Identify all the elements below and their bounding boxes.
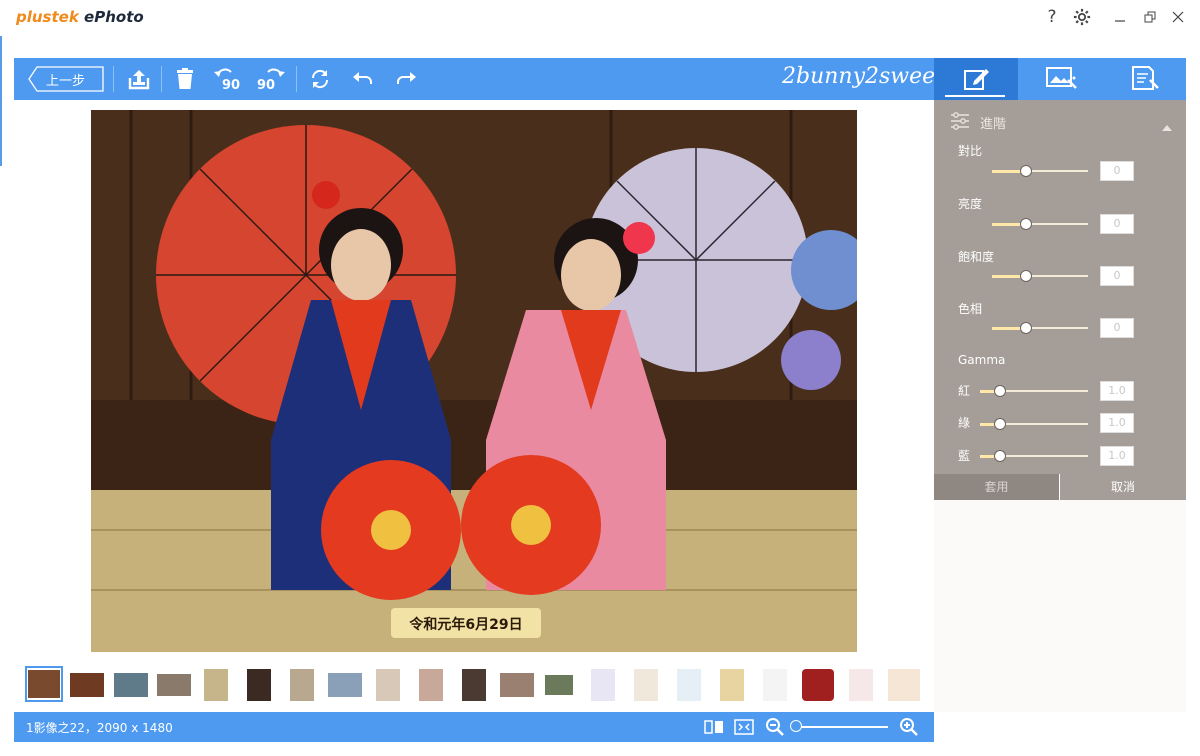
- hue-label: 色相: [958, 302, 983, 316]
- back-button-label: 上一步: [46, 74, 86, 89]
- edit-pencil-icon[interactable]: [962, 64, 992, 96]
- saturation-label: 飽和度: [958, 250, 995, 264]
- panel-empty-area: [934, 500, 1186, 712]
- zoom-in-icon[interactable]: [899, 717, 919, 741]
- brightness-label: 亮度: [958, 197, 983, 211]
- thumbnail[interactable]: [157, 674, 191, 696]
- photo-caption: 令和元年6月29日: [408, 616, 522, 633]
- toolbar-divider: [161, 66, 162, 92]
- toolbar-divider: [113, 66, 114, 92]
- thumbnail[interactable]: [247, 669, 271, 701]
- toolbar-divider: [296, 66, 297, 92]
- gamma-title: Gamma: [958, 353, 1006, 367]
- minimize-icon[interactable]: [1108, 6, 1132, 28]
- thumbnail[interactable]: [419, 669, 443, 701]
- gamma-blue-slider-knob[interactable]: [994, 450, 1006, 462]
- thumbnail[interactable]: [888, 669, 920, 701]
- image-count-and-size: 1影像之22，2090 x 1480: [26, 721, 173, 735]
- brand-watermark-logo: 2bunny2sweet: [782, 64, 945, 89]
- thumbnail[interactable]: [328, 673, 362, 697]
- zoom-slider-knob[interactable]: [790, 720, 802, 732]
- thumbnail[interactable]: [70, 673, 104, 697]
- close-icon[interactable]: [1166, 6, 1190, 28]
- thumbnail[interactable]: [677, 669, 701, 701]
- brand-plustek: plustek: [16, 8, 79, 26]
- gamma-green-slider-knob[interactable]: [994, 418, 1006, 430]
- redo-icon[interactable]: [391, 64, 421, 94]
- cancel-button[interactable]: 取消: [1060, 474, 1186, 500]
- thumbnail[interactable]: [591, 669, 615, 701]
- thumbnail[interactable]: [545, 675, 573, 695]
- window-frame-edge: [0, 36, 2, 166]
- restore-icon[interactable]: [1138, 6, 1162, 28]
- settings-gear-icon[interactable]: [1070, 6, 1094, 28]
- undo-icon[interactable]: [348, 64, 378, 94]
- active-tab-indicator: [945, 95, 1005, 97]
- thumbnail[interactable]: [204, 669, 228, 701]
- gamma-green-value[interactable]: 1.0: [1100, 413, 1134, 433]
- gamma-red-slider-knob[interactable]: [994, 385, 1006, 397]
- help-label: ?: [1047, 7, 1057, 27]
- thumbnail[interactable]: [849, 669, 873, 701]
- saturation-value[interactable]: 0: [1100, 266, 1134, 286]
- thumbnail[interactable]: [802, 669, 834, 701]
- app-brand: plustek ePhoto: [16, 8, 144, 26]
- rotate-left-90-icon[interactable]: 90: [211, 64, 245, 94]
- export-icon[interactable]: [124, 64, 154, 94]
- compare-view-icon[interactable]: [704, 718, 724, 740]
- contrast-label: 對比: [958, 144, 983, 158]
- thumbnail[interactable]: [634, 669, 658, 701]
- gamma-blue-label: 藍: [958, 449, 971, 463]
- thumbnail[interactable]: [290, 669, 314, 701]
- main-photo[interactable]: 令和元年6月29日: [91, 110, 857, 652]
- sliders-icon: [950, 112, 970, 134]
- thumbnail[interactable]: [763, 669, 787, 701]
- photo-illustration: 令和元年6月29日: [91, 110, 857, 652]
- rotate-right-90-icon[interactable]: 90: [254, 64, 288, 94]
- thumbnail[interactable]: [376, 669, 400, 701]
- thumbnail[interactable]: [462, 669, 486, 701]
- zoom-slider-track[interactable]: [796, 726, 888, 728]
- thumbnail[interactable]: [114, 673, 148, 697]
- brand-ephoto: ePhoto: [84, 8, 144, 26]
- hue-value[interactable]: 0: [1100, 318, 1134, 338]
- rotate-left-label: 90: [222, 78, 240, 92]
- rotate-right-label: 90: [257, 78, 275, 92]
- saturation-slider-knob[interactable]: [1020, 270, 1032, 282]
- help-button[interactable]: ?: [1040, 6, 1064, 28]
- zoom-out-icon[interactable]: [765, 717, 785, 741]
- gamma-red-label: 紅: [958, 384, 971, 398]
- gamma-red-value[interactable]: 1.0: [1100, 381, 1134, 401]
- gamma-green-label: 綠: [958, 416, 971, 430]
- thumbnail[interactable]: [500, 673, 534, 697]
- title-bar: [0, 0, 1200, 36]
- trash-icon[interactable]: [170, 64, 200, 94]
- panel-title: 進階: [980, 117, 1007, 132]
- hue-slider-knob[interactable]: [1020, 322, 1032, 334]
- thumbnail[interactable]: [720, 669, 744, 701]
- contrast-value[interactable]: 0: [1100, 161, 1134, 181]
- contrast-slider-knob[interactable]: [1020, 165, 1032, 177]
- fit-screen-icon[interactable]: [734, 718, 754, 740]
- collapse-chevron-icon[interactable]: [1162, 117, 1172, 136]
- apply-button[interactable]: 套用: [934, 474, 1059, 500]
- tab-image-enhance-icon[interactable]: [1044, 64, 1080, 96]
- flip-icon[interactable]: [305, 64, 335, 94]
- thumbnail[interactable]: [28, 670, 60, 698]
- back-button[interactable]: 上一步: [28, 66, 104, 92]
- brightness-slider-knob[interactable]: [1020, 218, 1032, 230]
- tab-document-enhance-icon[interactable]: [1128, 64, 1164, 96]
- brightness-value[interactable]: 0: [1100, 214, 1134, 234]
- gamma-blue-value[interactable]: 1.0: [1100, 446, 1134, 466]
